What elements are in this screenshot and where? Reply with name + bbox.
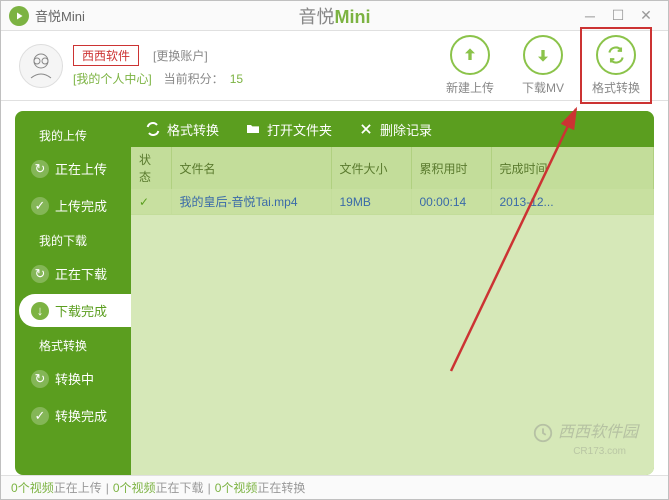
watermark: 西西软件园 [532,418,638,444]
folder-icon [245,121,261,137]
download-done-icon: ↓ [31,302,49,320]
brand-center: 音悦Mini [299,3,371,29]
watermark-sub: CR173.com [573,446,626,457]
window-controls: ─ ☐ ✕ [576,5,660,27]
toolbar-delete-button[interactable]: 删除记录 [358,120,432,139]
content-toolbar: 格式转换 打开文件夹 删除记录 [131,111,654,147]
download-mv-button[interactable]: 下载MV [522,35,564,96]
col-status[interactable]: 状态 [131,147,171,189]
points-label: 当前积分：15 [164,70,243,87]
upload-label: 新建上传 [446,79,494,96]
header: 西西软件 [更换账户] [我的个人中心] 当前积分：15 新建上传 下载MV 格… [1,31,668,101]
download-label: 下载MV [522,79,564,96]
converting-icon: ↻ [31,370,49,388]
sidebar-item-converting[interactable]: ↻转换中 [19,362,131,395]
status-converting: 0个视频正在转换 [215,479,306,496]
status-bar: 0个视频正在上传 | 0个视频正在下载 | 0个视频正在转换 [1,475,668,499]
toolbar-openfolder-button[interactable]: 打开文件夹 [245,120,332,139]
convert-done-icon: ✓ [31,407,49,425]
table-row[interactable]: ✓ 我的皇后-音悦Tai.mp4 19MB 00:00:14 2013-12..… [131,189,654,215]
sidebar-item-upload-done[interactable]: ✓上传完成 [19,189,131,222]
check-icon: ✓ [139,195,149,209]
brand-tag: 西西软件 [73,45,139,66]
sidebar-group-download: 我的下载 [15,224,131,255]
convert-icon [596,35,636,75]
download-icon [523,35,563,75]
new-upload-button[interactable]: 新建上传 [446,35,494,96]
avatar[interactable] [19,44,63,88]
personal-center-link[interactable]: [我的个人中心] [73,70,152,87]
close-button[interactable]: ✕ [632,5,660,27]
sidebar-group-convert: 格式转换 [15,329,131,360]
switch-account-link[interactable]: [更换账户] [153,47,208,64]
convert-label: 格式转换 [592,79,640,96]
file-table: 状态 文件名 文件大小 累积用时 完成时间 ✓ 我的皇后-音悦Tai.mp4 1… [131,147,654,215]
toolbar-convert-button[interactable]: 格式转换 [145,120,219,139]
table-header-row: 状态 文件名 文件大小 累积用时 完成时间 [131,147,654,189]
uploading-icon: ↻ [31,160,49,178]
maximize-button[interactable]: ☐ [604,5,632,27]
col-elapsed[interactable]: 累积用时 [411,147,491,189]
cell-finishtime: 2013-12... [491,189,654,215]
col-filesize[interactable]: 文件大小 [331,147,411,189]
status-uploading: 0个视频正在上传 [11,479,102,496]
upload-icon [450,35,490,75]
cell-elapsed: 00:00:14 [411,189,491,215]
titlebar: 音悦Mini 音悦Mini ─ ☐ ✕ [1,1,668,31]
cell-status: ✓ [131,189,171,215]
format-convert-button[interactable]: 格式转换 [580,27,652,104]
cell-filename: 我的皇后-音悦Tai.mp4 [171,189,331,215]
status-downloading: 0个视频正在下载 [113,479,204,496]
sidebar-group-upload: 我的上传 [15,119,131,150]
refresh-icon [145,121,161,137]
col-filename[interactable]: 文件名 [171,147,331,189]
header-actions: 新建上传 下载MV 格式转换 [446,35,640,96]
sidebar-item-uploading[interactable]: ↻正在上传 [19,152,131,185]
app-window: 音悦Mini 音悦Mini ─ ☐ ✕ 西西软件 [更换账户] [我的个人中心]… [0,0,669,500]
sidebar-item-downloading[interactable]: ↻正在下载 [19,257,131,290]
cell-filesize: 19MB [331,189,411,215]
minimize-button[interactable]: ─ [576,5,604,27]
sidebar: 我的上传 ↻正在上传 ✓上传完成 我的下载 ↻正在下载 ↓下载完成 格式转换 ↻… [15,111,131,475]
user-info: 西西软件 [更换账户] [我的个人中心] 当前积分：15 [73,45,243,87]
app-logo-icon [9,6,29,26]
delete-icon [358,121,374,137]
sidebar-item-download-done[interactable]: ↓下载完成 [19,294,131,327]
col-finishtime[interactable]: 完成时间 [491,147,654,189]
check-icon: ✓ [31,197,49,215]
sidebar-item-convert-done[interactable]: ✓转换完成 [19,399,131,432]
title-text: 音悦Mini [35,6,85,25]
downloading-icon: ↻ [31,265,49,283]
